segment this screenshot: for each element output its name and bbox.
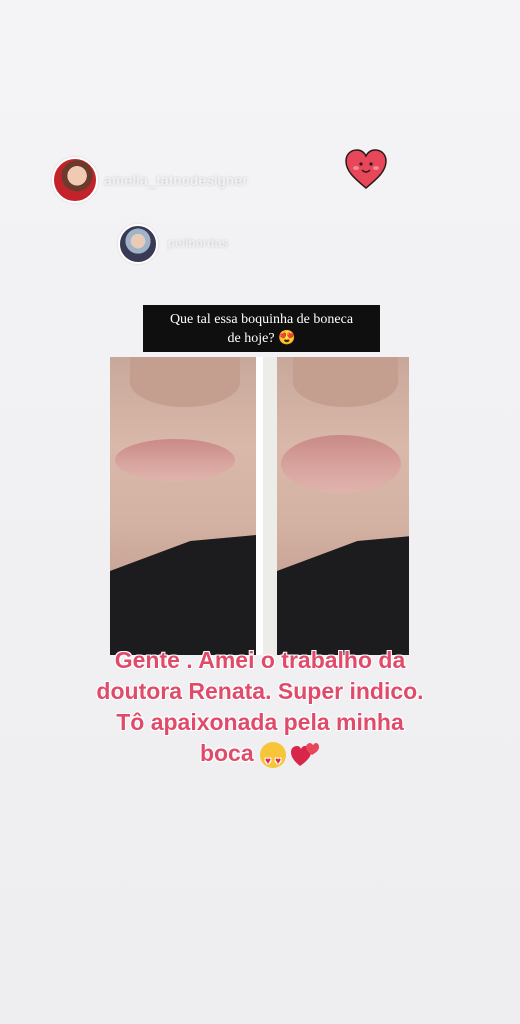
profile-avatar-2[interactable] <box>118 224 158 264</box>
username-1[interactable]: amelia_tatnodesigner <box>104 172 248 188</box>
two-hearts-emoji-icon <box>291 742 320 766</box>
testimonial-line-4-row: boca <box>30 738 490 777</box>
testimonial-line-3: Tô apaixonada pela minha <box>116 709 404 735</box>
photo-divider <box>256 357 263 655</box>
profile-avatar-1[interactable] <box>52 157 98 203</box>
after-lips-photo <box>263 357 409 655</box>
testimonial-line-2: doutora Renata. Super indico. <box>96 678 424 704</box>
story-canvas: amelia_tatnodesigner pelibordas Que tal … <box>0 0 520 1024</box>
caption-line-2: de hoje? 😍 <box>227 330 296 346</box>
before-lips-photo <box>110 357 256 655</box>
testimonial-line-1: Gente . Amei o trabalho da <box>114 647 406 673</box>
photo-wall <box>263 357 277 655</box>
photo-lips <box>281 435 401 493</box>
testimonial-text: Gente . Amei o trabalho da doutora Renat… <box>30 645 490 777</box>
smiling-heart-sticker-icon <box>345 149 387 189</box>
photo-nose <box>130 357 240 407</box>
photo-lips <box>115 439 235 481</box>
username-2[interactable]: pelibordas <box>168 236 228 250</box>
caption-box: Que tal essa boquinha de boneca de hoje?… <box>143 305 380 352</box>
heart-eyes-emoji-icon <box>260 741 287 777</box>
caption-line-1: Que tal essa boquinha de boneca <box>169 311 354 327</box>
testimonial-line-4: boca <box>199 740 254 766</box>
emoji-row <box>260 741 320 777</box>
photo-nose <box>293 357 398 407</box>
